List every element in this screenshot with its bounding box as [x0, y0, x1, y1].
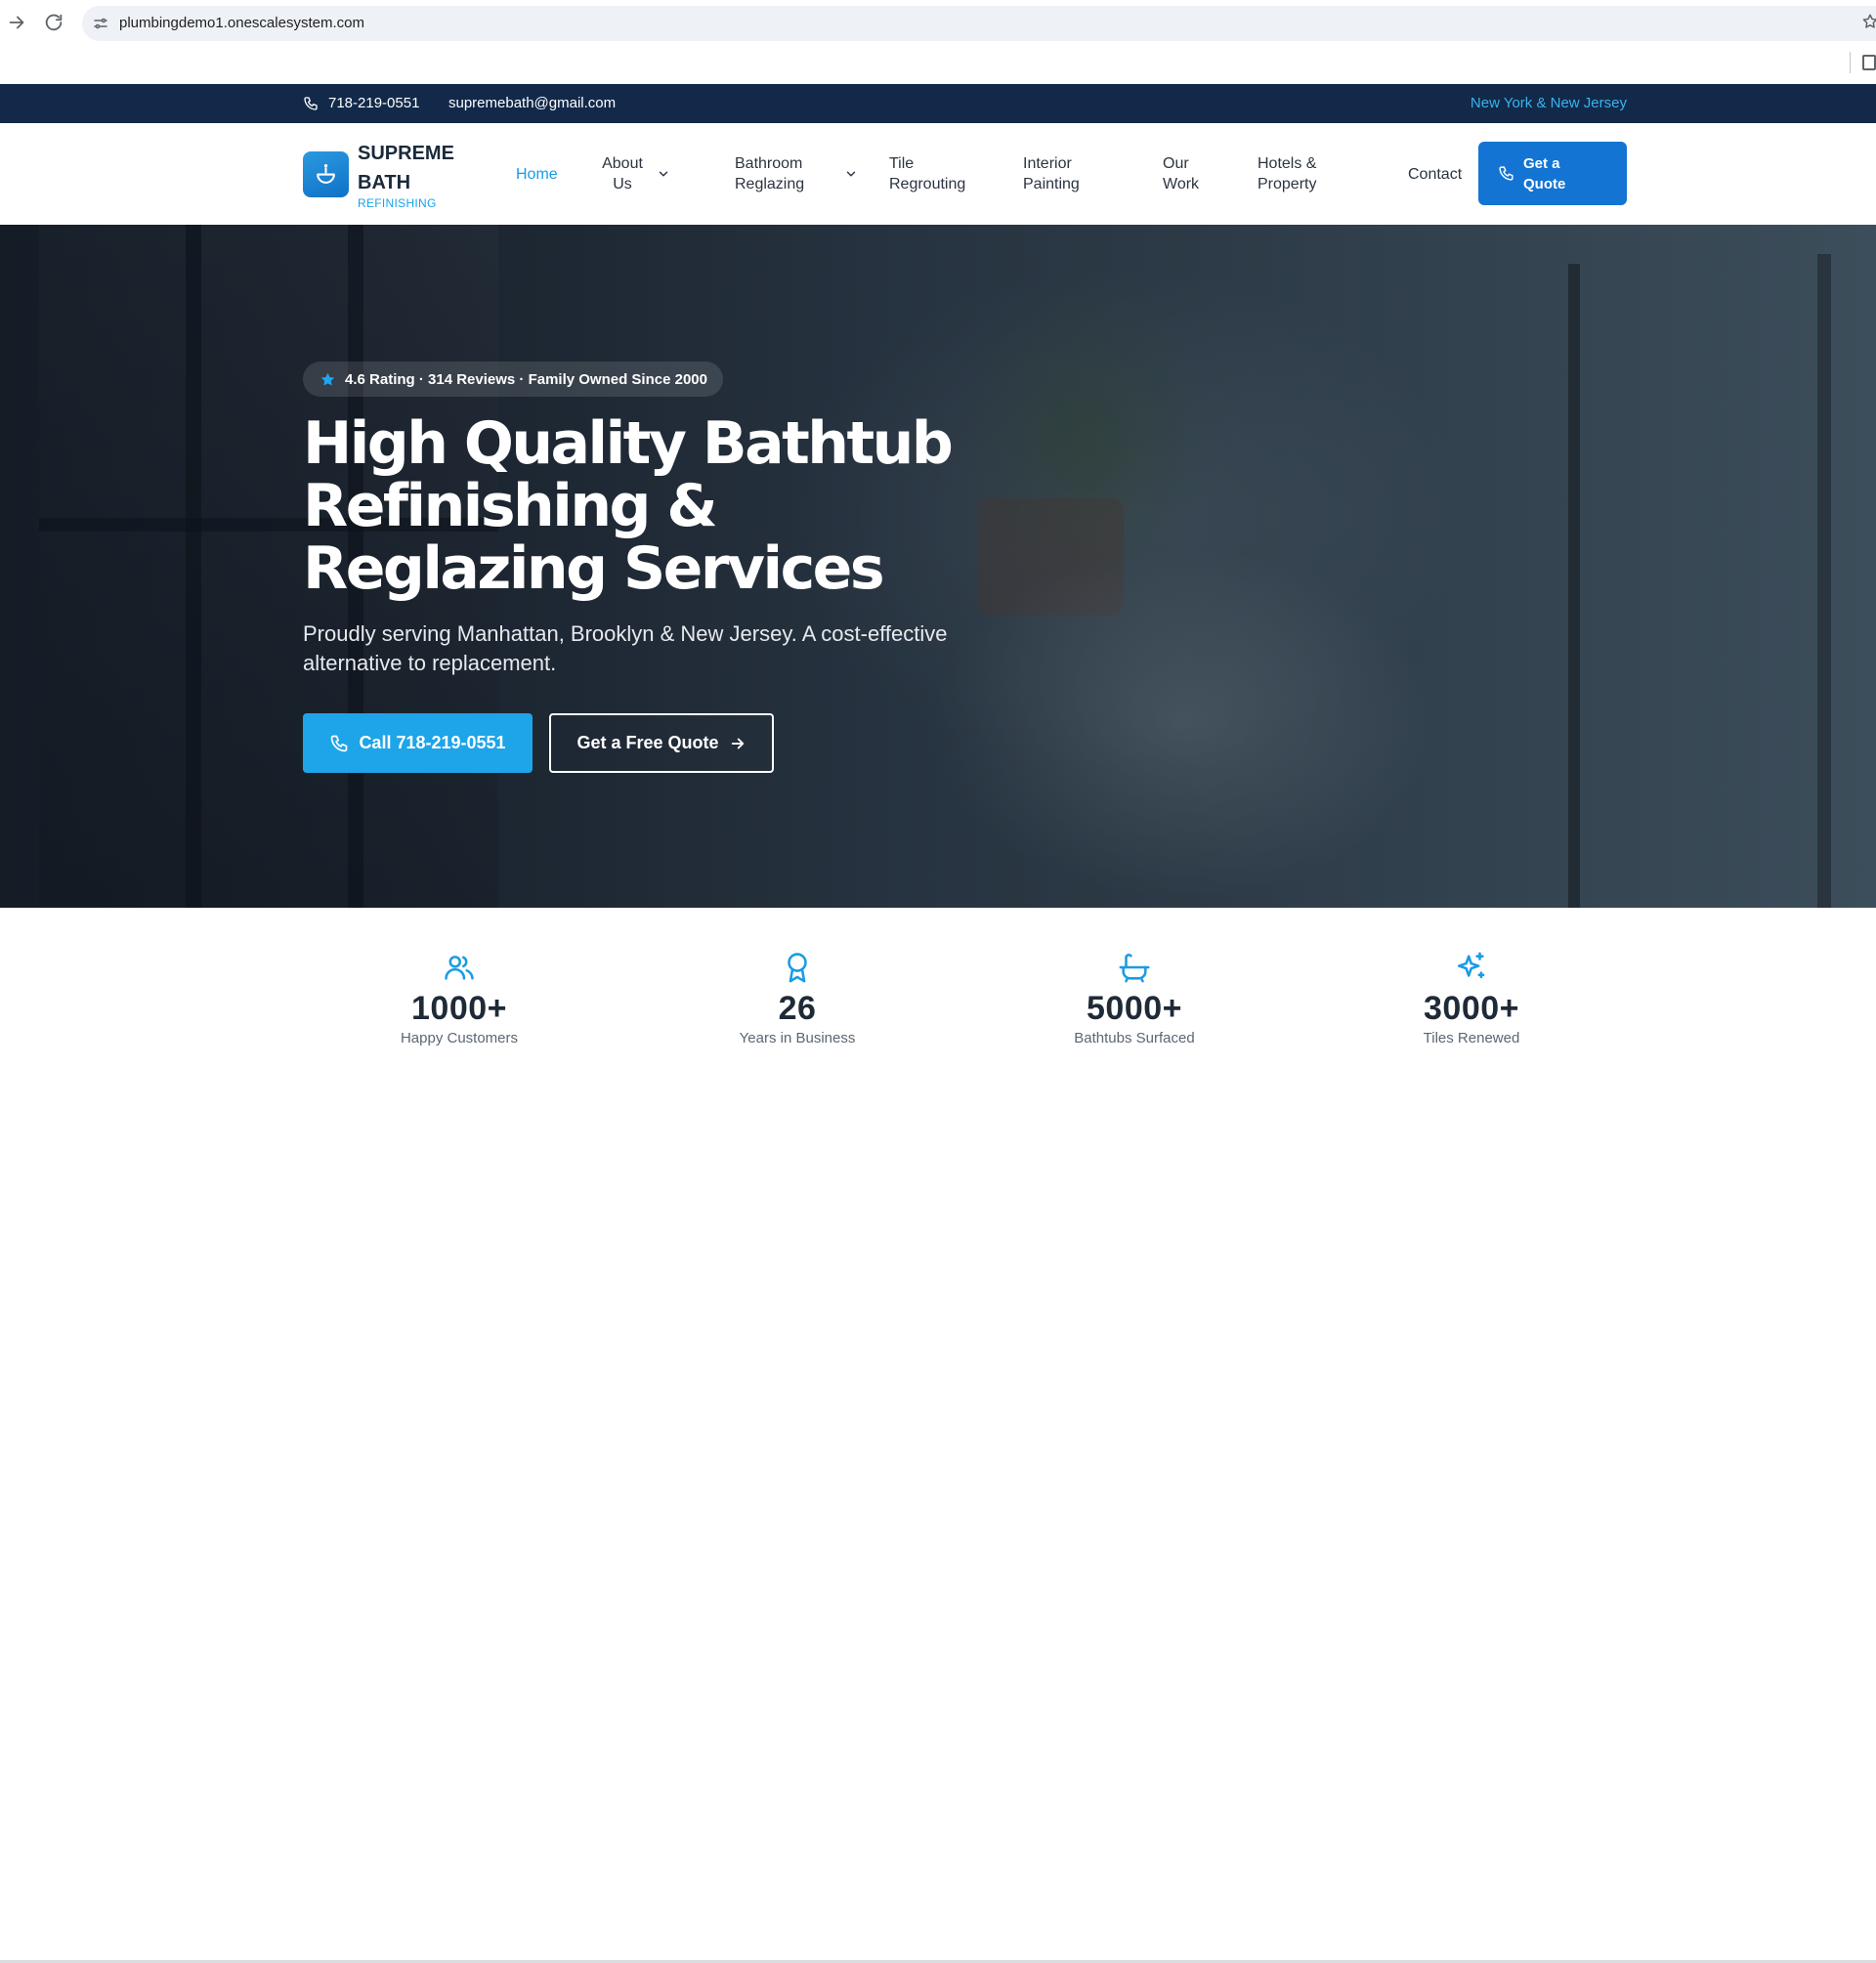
hero-heading-line3: Reglazing Services — [303, 534, 885, 603]
stat-happy-customers: 1000+ Happy Customers — [342, 908, 576, 1046]
rating-text: 4.6 Rating · 314 Reviews · Family Owned … — [345, 370, 707, 388]
nav-hotels-label-line2: Property — [1258, 176, 1317, 192]
stat-value: 3000+ — [1424, 990, 1519, 1027]
hero-subtitle: Proudly serving Manhattan, Brooklyn & Ne… — [303, 621, 948, 675]
toolbar-divider — [1850, 52, 1851, 73]
stat-value: 1000+ — [411, 990, 507, 1027]
nav-tile-label-line2: Regrouting — [889, 176, 966, 192]
hero-section: 4.6 Rating · 314 Reviews · Family Owned … — [0, 225, 1876, 908]
forward-icon[interactable] — [6, 12, 27, 33]
nav-bathroom-label-line1: Bathroom — [735, 155, 803, 172]
browser-chrome: plumbingdemo1.onescalesystem.com — [0, 0, 1876, 84]
stat-bathtubs-surfaced: 5000+ Bathtubs Surfaced — [1017, 908, 1252, 1046]
hero-heading: High Quality Bathtub Refinishing & Regla… — [303, 412, 1045, 600]
free-quote-button[interactable]: Get a Free Quote — [549, 713, 774, 773]
stat-value: 5000+ — [1087, 990, 1182, 1027]
top-info-bar: 718-219-0551 supremebath@gmail.com New Y… — [0, 84, 1876, 123]
logo-icon[interactable] — [303, 151, 349, 197]
nav-bathroom-reglazing[interactable]: Bathroom Reglazing — [735, 153, 804, 194]
get-a-quote-button[interactable]: Get a Quote — [1478, 142, 1627, 205]
quote-button-label-line1: Get a — [1523, 155, 1560, 172]
nav-about-label-line2: Us — [613, 176, 632, 192]
phone-icon — [303, 96, 319, 111]
stats-section: 1000+ Happy Customers 26 Years in Busine… — [0, 908, 1876, 1963]
stat-label: Happy Customers — [400, 1030, 519, 1046]
nav-interior-label-line2: Painting — [1023, 176, 1080, 192]
star-icon — [320, 371, 336, 388]
award-icon — [781, 951, 814, 984]
stat-label: Years in Business — [739, 1030, 856, 1046]
chevron-down-icon[interactable] — [657, 167, 670, 181]
nav-about-label-line1: About — [602, 155, 643, 172]
nav-interior-painting[interactable]: Interior Painting — [1023, 153, 1080, 194]
brand-tagline: REFINISHING — [358, 196, 437, 210]
stat-years-in-business: 26 Years in Business — [680, 908, 915, 1046]
topbar-email-link[interactable]: supremebath@gmail.com — [448, 95, 616, 111]
nav-work-label-line1: Our — [1163, 155, 1189, 172]
nav-contact[interactable]: Contact — [1408, 164, 1462, 185]
nav-tile-regrouting[interactable]: Tile Regrouting — [889, 153, 965, 194]
stat-tiles-renewed: 3000+ Tiles Renewed — [1354, 908, 1589, 1046]
stat-label: Bathtubs Surfaced — [1074, 1030, 1195, 1046]
nav-interior-label-line1: Interior — [1023, 155, 1072, 172]
bookmark-star-icon[interactable] — [1861, 13, 1876, 30]
nav-hotels-property[interactable]: Hotels & Property — [1258, 153, 1316, 194]
stat-label: Tiles Renewed — [1423, 1030, 1520, 1046]
phone-icon — [1498, 165, 1514, 182]
nav-hotels-label-line1: Hotels & — [1258, 155, 1317, 172]
users-icon — [443, 951, 476, 984]
hero-heading-line1: High Quality Bathtub — [303, 409, 954, 478]
call-button-label: Call 718-219-0551 — [359, 733, 506, 752]
nav-home[interactable]: Home — [516, 164, 558, 185]
nav-tile-label-line1: Tile — [889, 155, 915, 172]
reload-icon[interactable] — [43, 12, 64, 33]
url-text[interactable]: plumbingdemo1.onescalesystem.com — [119, 15, 364, 31]
side-panel-icon[interactable] — [1862, 55, 1876, 70]
nav-bathroom-label-line2: Reglazing — [735, 176, 805, 192]
sparkles-icon — [1455, 951, 1488, 984]
free-quote-button-label: Get a Free Quote — [576, 733, 719, 752]
call-button[interactable]: Call 718-219-0551 — [303, 713, 533, 773]
address-bar[interactable]: plumbingdemo1.onescalesystem.com — [82, 6, 1876, 41]
service-region: New York & New Jersey — [1470, 95, 1627, 111]
nav-about-us[interactable]: About Us — [598, 153, 647, 194]
hero-heading-line2: Refinishing & — [303, 472, 718, 540]
topbar-phone-link[interactable]: 718-219-0551 — [328, 95, 419, 111]
arrow-right-icon — [731, 738, 744, 748]
rating-badge: 4.6 Rating · 314 Reviews · Family Owned … — [303, 362, 723, 397]
nav-contact-label: Contact — [1408, 166, 1463, 183]
site-header: SUPREME BATH REFINISHING Home About Us B… — [0, 123, 1876, 225]
nav-our-work[interactable]: Our Work — [1163, 153, 1199, 194]
site-info-icon[interactable] — [92, 15, 109, 32]
brand-name-line2[interactable]: BATH — [358, 168, 410, 197]
stat-value: 26 — [778, 990, 817, 1027]
chevron-down-icon[interactable] — [844, 167, 858, 181]
brand-name-line1[interactable]: SUPREME — [358, 139, 454, 168]
nav-home-label: Home — [516, 166, 558, 183]
bathtub-icon — [1118, 951, 1151, 984]
phone-icon — [331, 735, 348, 751]
quote-button-label-line2: Quote — [1523, 176, 1566, 192]
nav-work-label-line2: Work — [1163, 176, 1200, 192]
